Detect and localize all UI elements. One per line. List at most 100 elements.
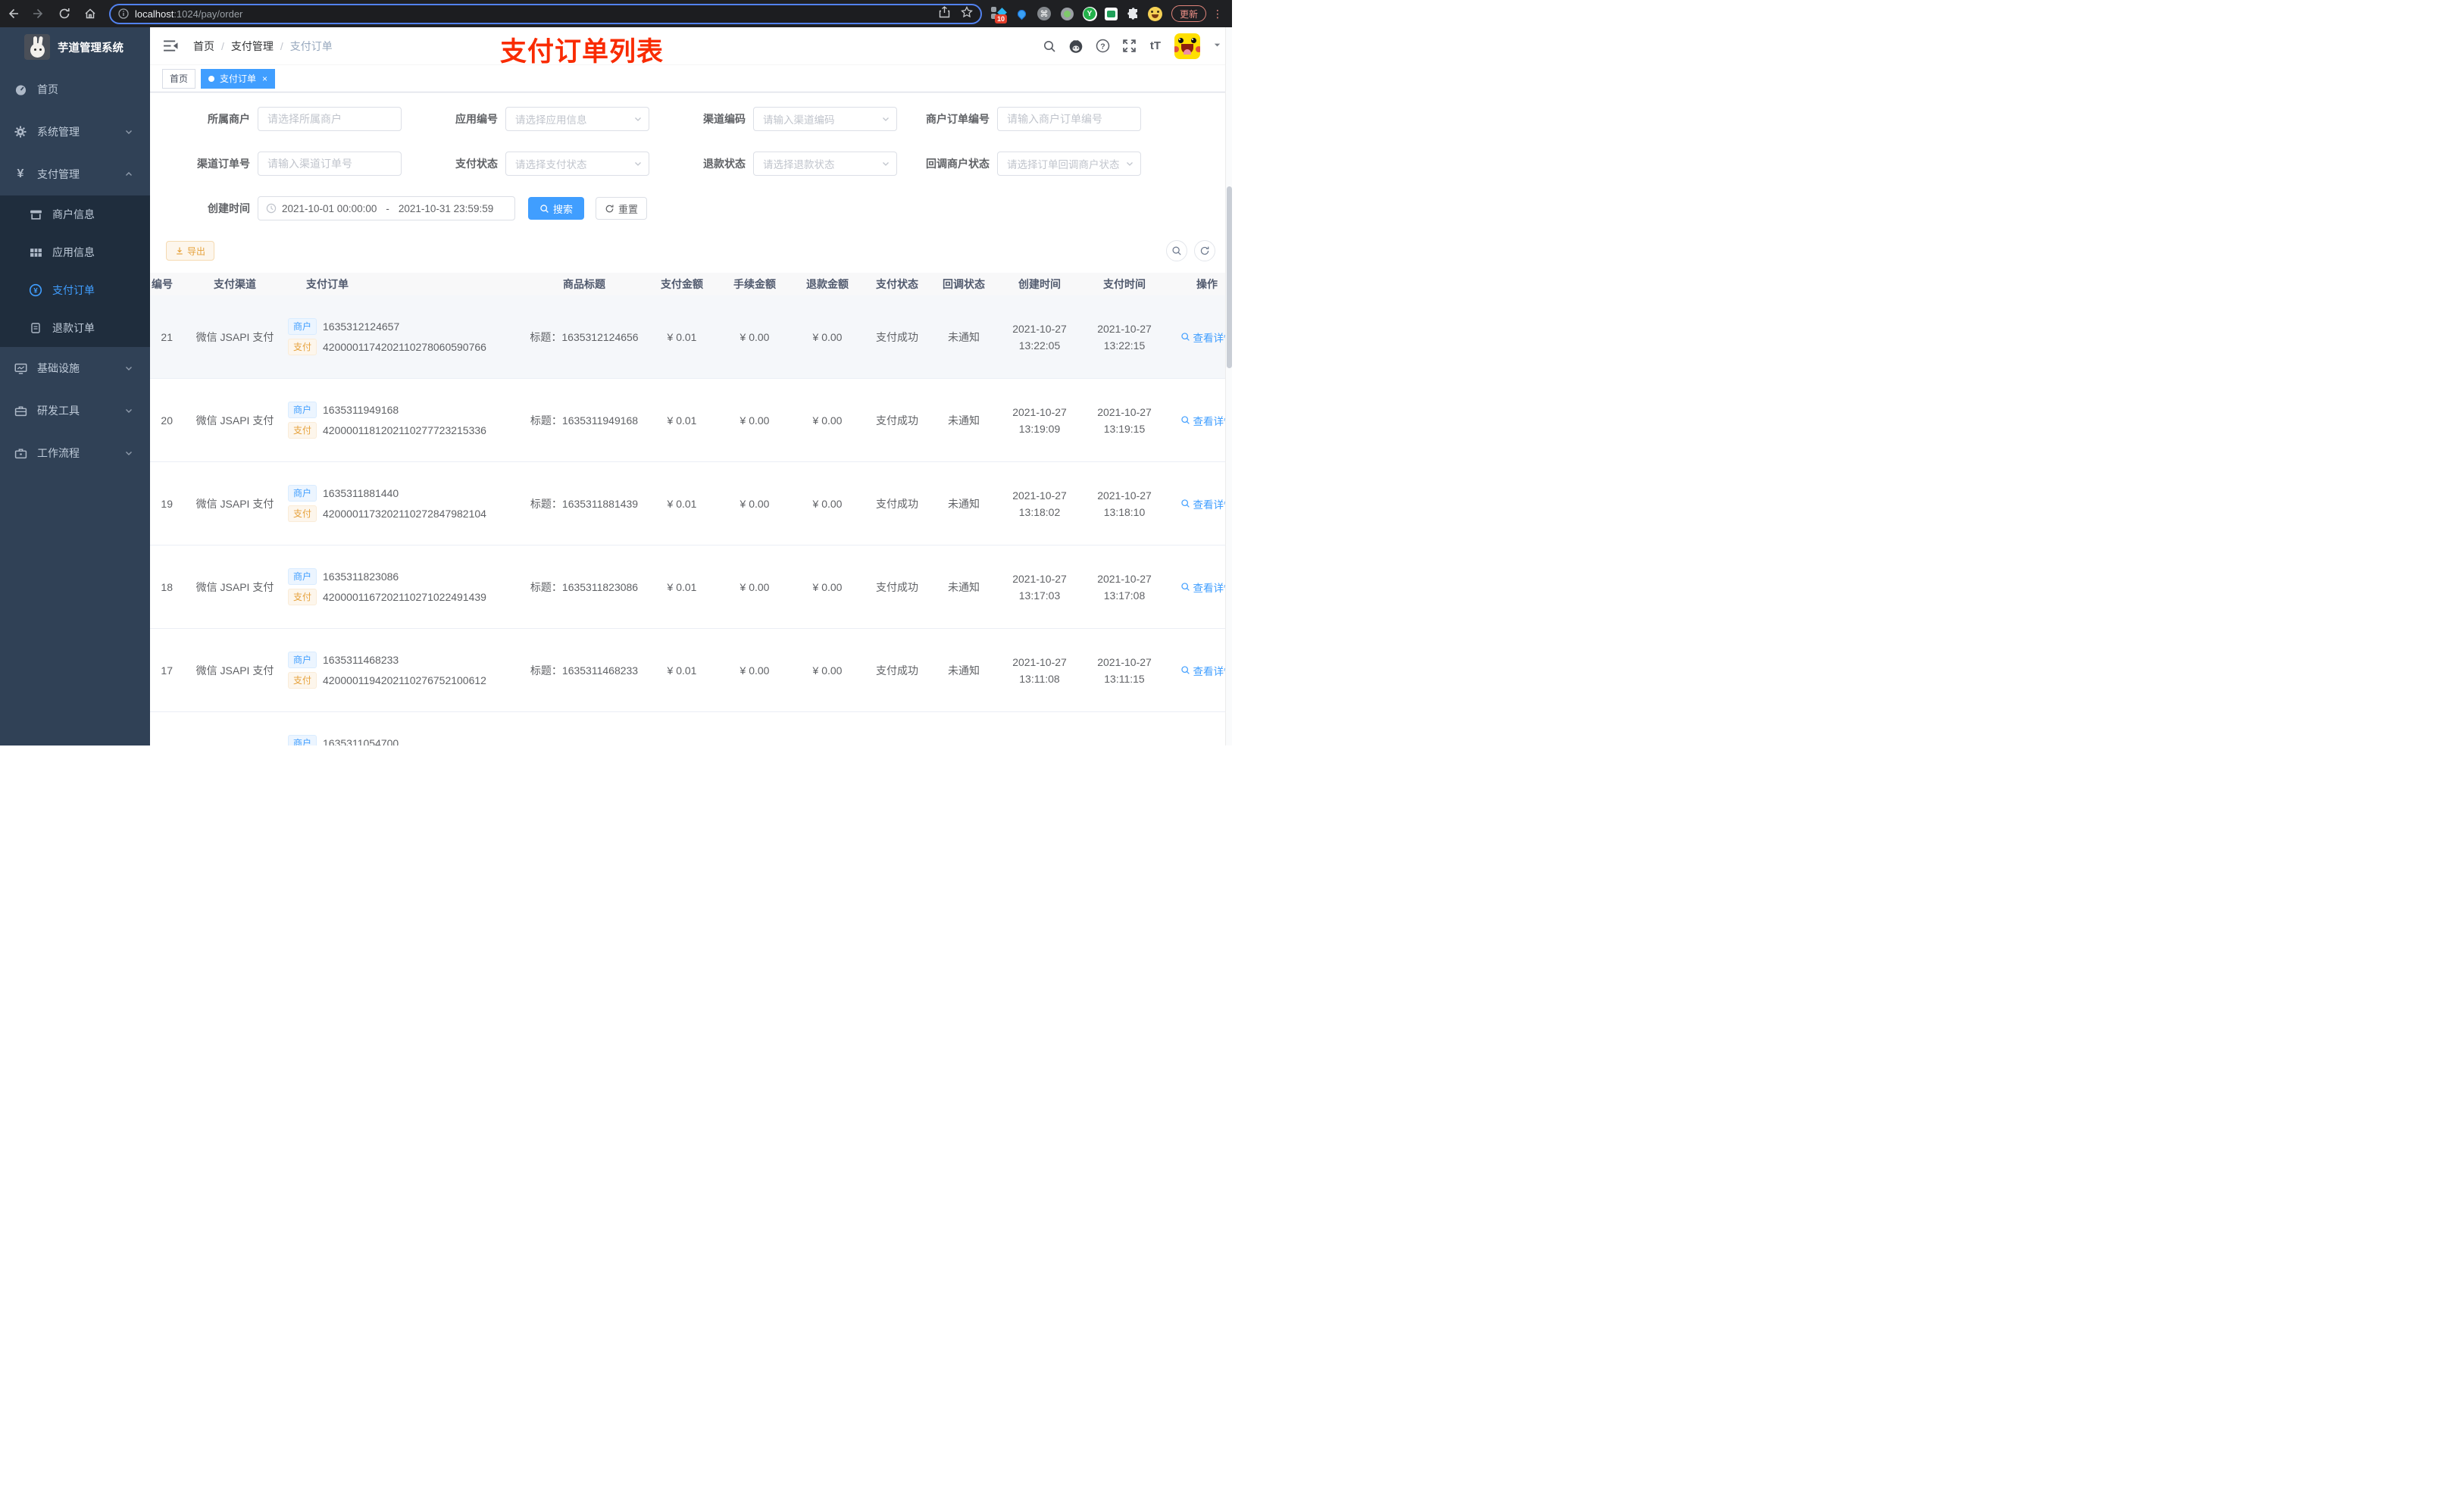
view-detail-link[interactable]: 查看详情 xyxy=(1180,663,1232,678)
cell-action: 查看详情 xyxy=(1167,496,1232,511)
filter-label: 支付状态 xyxy=(455,158,498,170)
site-info-icon[interactable] xyxy=(118,8,129,19)
sidebar-item-infra[interactable]: 基础设施 xyxy=(0,347,150,389)
app-header: 首页 / 支付管理 / 支付订单 支付订单列表 ? tT xyxy=(150,27,1232,67)
merchant-filter-input[interactable] xyxy=(258,107,402,131)
svg-text:?: ? xyxy=(1100,42,1105,51)
help-icon[interactable]: ? xyxy=(1095,39,1110,54)
cell-id: 19 xyxy=(161,497,173,510)
scrollbar-thumb[interactable] xyxy=(1227,186,1232,368)
browser-menu-icon[interactable]: ⋮ xyxy=(1212,8,1223,20)
merchant-order-no: 1635311881440 xyxy=(323,487,399,499)
col-create-time: 创建时间 xyxy=(1018,278,1061,290)
search-button[interactable]: 搜索 xyxy=(528,197,584,220)
extension-chat-icon[interactable] xyxy=(1105,7,1118,20)
cell-action: 查看详情 xyxy=(1167,330,1232,345)
tab-home[interactable]: 首页 xyxy=(162,68,196,89)
extensions-puzzle-icon[interactable] xyxy=(1125,6,1140,21)
page-scrollbar[interactable] xyxy=(1225,27,1232,746)
gear-icon xyxy=(14,125,27,139)
sidebar-item-dev-tools[interactable]: 研发工具 xyxy=(0,389,150,432)
monitor-icon xyxy=(14,361,27,375)
browser-reload-icon[interactable] xyxy=(52,2,77,25)
active-tab-dot xyxy=(208,75,215,82)
channel-code-select[interactable]: 请输入渠道编码 xyxy=(753,107,897,131)
col-pay-status: 支付状态 xyxy=(876,278,918,290)
sidebar-item-merchant-info[interactable]: 商户信息 xyxy=(0,195,150,233)
export-button[interactable]: 导出 xyxy=(166,241,215,261)
filter-label: 渠道编码 xyxy=(703,113,746,125)
font-size-icon[interactable]: tT xyxy=(1148,39,1163,54)
app-filter-select[interactable]: 请选择应用信息 xyxy=(505,107,649,131)
channel-order-no-input[interactable] xyxy=(258,152,402,176)
show-search-toggle-button[interactable] xyxy=(1166,240,1187,261)
table-row: 18 微信 JSAPI 支付 商户 1635311823086 支付 42000… xyxy=(150,545,1232,629)
browser-home-icon[interactable] xyxy=(77,2,103,25)
sidebar-item-payment[interactable]: ¥ 支付管理 xyxy=(0,153,150,195)
cell-action: 查看详情 xyxy=(1167,663,1232,678)
clock-icon xyxy=(266,203,277,214)
view-detail-link[interactable]: 查看详情 xyxy=(1180,330,1232,345)
sidebar-item-pay-order[interactable]: ¥ 支付订单 xyxy=(0,271,150,309)
fullscreen-icon[interactable] xyxy=(1121,39,1137,54)
merchant-tag: 商户 xyxy=(288,652,317,668)
notify-status-select[interactable]: 请选择订单回调商户状态 xyxy=(997,152,1141,176)
table-row: 16 商户 1635311054700 支付 查看详情 xyxy=(150,712,1232,746)
tags-view-bar: 首页 支付订单 × xyxy=(150,65,1232,92)
sidebar-item-system[interactable]: 系统管理 xyxy=(0,111,150,153)
sidebar-item-app-info[interactable]: 应用信息 xyxy=(0,233,150,271)
sidebar-item-refund-order[interactable]: 退款订单 xyxy=(0,309,150,347)
cell-pay-status: 支付成功 xyxy=(876,330,918,343)
logo-image xyxy=(24,34,50,60)
view-detail-link[interactable]: 查看详情 xyxy=(1180,580,1232,595)
extension-diamond-icon[interactable]: 10 xyxy=(991,6,1008,23)
app-logo[interactable]: 芋道管理系统 xyxy=(0,27,150,67)
collapse-sidebar-icon[interactable] xyxy=(161,36,181,55)
cell-pay-time: 2021-10-27 13:17:08 xyxy=(1097,572,1152,602)
address-bar[interactable]: localhost:1024/pay/order xyxy=(109,3,982,24)
sidebar-item-workflow[interactable]: 工作流程 xyxy=(0,432,150,474)
bookmark-star-icon[interactable] xyxy=(961,5,973,22)
reset-button[interactable]: 重置 xyxy=(596,197,647,220)
extension-pin-icon[interactable] xyxy=(1014,6,1029,21)
pay-status-select[interactable]: 请选择支付状态 xyxy=(505,152,649,176)
table-row: 17 微信 JSAPI 支付 商户 1635311468233 支付 42000… xyxy=(150,629,1232,712)
view-detail-link[interactable]: 查看详情 xyxy=(1180,496,1232,511)
chevron-down-icon xyxy=(124,127,133,136)
tab-close-icon[interactable]: × xyxy=(262,74,267,83)
sidebar-item-home[interactable]: 首页 xyxy=(0,68,150,111)
breadcrumb-payment[interactable]: 支付管理 xyxy=(231,39,274,54)
refresh-table-button[interactable] xyxy=(1194,240,1215,261)
chevron-down-icon xyxy=(633,159,643,168)
avatar[interactable] xyxy=(1174,33,1200,59)
col-pay-time: 支付时间 xyxy=(1103,278,1146,290)
browser-forward-icon[interactable] xyxy=(26,2,52,25)
header-search-icon[interactable] xyxy=(1042,39,1057,54)
extension-y-icon[interactable]: Y xyxy=(1082,6,1097,21)
cell-refund: ¥ 0.00 xyxy=(812,580,843,593)
cell-pay-time: 2021-10-27 13:22:15 xyxy=(1097,322,1152,352)
browser-back-icon[interactable] xyxy=(0,2,26,25)
tab-pay-order[interactable]: 支付订单 × xyxy=(201,68,276,89)
extension-emoji-icon[interactable] xyxy=(1148,6,1162,21)
chevron-down-icon xyxy=(1125,159,1134,168)
channel-order-no: 4200001194202110276752100612 xyxy=(323,674,486,686)
yen-icon: ¥ xyxy=(17,167,24,180)
github-icon[interactable] xyxy=(1068,39,1083,54)
create-time-range-picker[interactable]: 2021-10-01 00:00:00 - 2021-10-31 23:59:5… xyxy=(258,196,515,220)
share-icon[interactable] xyxy=(939,5,950,22)
refund-status-select[interactable]: 请选择退款状态 xyxy=(753,152,897,176)
merchant-order-no-input[interactable] xyxy=(997,107,1141,131)
extension-command-icon[interactable]: ⌘ xyxy=(1037,6,1052,21)
cell-pay-status: 支付成功 xyxy=(876,414,918,427)
dashboard-icon xyxy=(14,83,27,96)
orders-table: 编号 支付渠道 支付订单 商品标题 支付金额 手续金额 退款金额 支付状态 回调… xyxy=(150,273,1232,746)
extension-recorder-icon[interactable] xyxy=(1059,6,1074,21)
merchant-order-no: 1635312124657 xyxy=(323,320,400,333)
view-detail-link[interactable]: 查看详情 xyxy=(1180,413,1232,428)
user-menu-caret-icon[interactable] xyxy=(1213,39,1221,53)
breadcrumb-home[interactable]: 首页 xyxy=(193,39,214,54)
cell-channel: 微信 JSAPI 支付 xyxy=(195,664,274,677)
browser-update-button[interactable]: 更新 xyxy=(1171,5,1207,22)
merchant-tag: 商户 xyxy=(288,735,317,746)
